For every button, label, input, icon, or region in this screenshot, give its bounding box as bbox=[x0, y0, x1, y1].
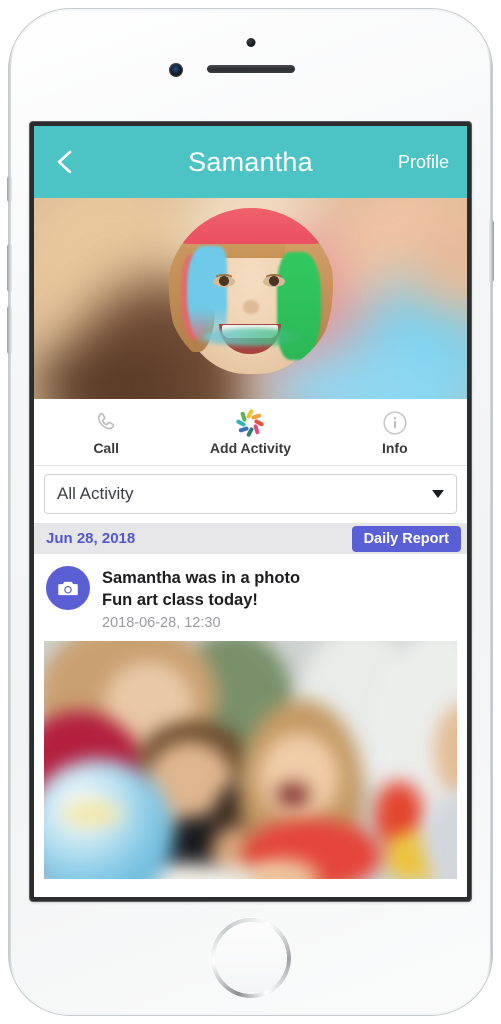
activity-filter-value: All Activity bbox=[57, 484, 134, 503]
action-bar: Call Add Activity Info bbox=[34, 399, 467, 466]
activity-filter-select[interactable]: All Activity bbox=[44, 474, 457, 514]
activity-photo[interactable] bbox=[44, 640, 457, 879]
activity-text-block: Samantha was in a photo Fun art class to… bbox=[102, 566, 300, 631]
add-activity-label: Add Activity bbox=[209, 439, 292, 456]
home-button[interactable] bbox=[212, 920, 289, 996]
phone-device-frame: Samantha Profile Call Add Activity Info … bbox=[7, 8, 494, 1016]
app-screen: Samantha Profile Call Add Activity Info … bbox=[34, 126, 467, 897]
activity-date: Jun 28, 2018 bbox=[46, 530, 136, 547]
volume-up-button[interactable] bbox=[7, 244, 12, 292]
info-label: Info bbox=[381, 439, 408, 456]
info-circle-icon bbox=[382, 409, 408, 437]
activity-entry[interactable]: Samantha was in a photo Fun art class to… bbox=[34, 554, 467, 641]
camera-icon bbox=[46, 566, 90, 610]
activity-timestamp: 2018-06-28, 12:30 bbox=[102, 614, 221, 631]
call-button[interactable]: Call bbox=[34, 399, 178, 465]
avatar-photo bbox=[166, 208, 335, 376]
daily-report-button[interactable]: Daily Report bbox=[351, 525, 461, 552]
chevron-down-icon bbox=[432, 490, 444, 498]
profile-link[interactable]: Profile bbox=[398, 152, 449, 173]
activity-filter-row: All Activity bbox=[34, 466, 467, 523]
activity-caption: Fun art class today! bbox=[102, 591, 258, 610]
power-button[interactable] bbox=[489, 220, 494, 282]
call-label: Call bbox=[93, 439, 119, 456]
silent-switch-button[interactable] bbox=[7, 176, 12, 202]
avatar[interactable] bbox=[166, 208, 335, 376]
earpiece-speaker bbox=[206, 65, 295, 73]
app-header: Samantha Profile bbox=[34, 126, 467, 198]
phone-icon bbox=[93, 409, 119, 437]
info-button[interactable]: Info bbox=[323, 399, 467, 465]
front-camera-icon bbox=[170, 64, 182, 76]
add-activity-button[interactable]: Add Activity bbox=[178, 399, 322, 465]
screen-bezel: Samantha Profile Call Add Activity Info … bbox=[30, 122, 471, 901]
proximity-sensor-icon bbox=[246, 38, 255, 47]
back-button[interactable] bbox=[52, 149, 78, 175]
chevron-left-icon bbox=[57, 150, 72, 174]
activity-pinwheel-icon bbox=[236, 408, 265, 437]
date-bar: Jun 28, 2018 Daily Report bbox=[34, 523, 467, 554]
hero-banner bbox=[34, 198, 467, 399]
volume-down-button[interactable] bbox=[7, 306, 12, 354]
activity-title: Samantha was in a photo bbox=[102, 569, 301, 587]
